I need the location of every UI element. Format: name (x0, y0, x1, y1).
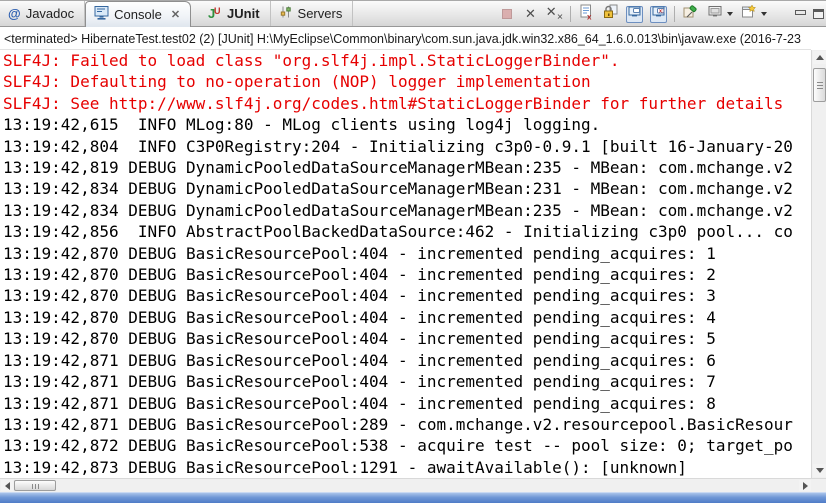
console-toolbar: ✕ ✕✕ x x: (498, 3, 824, 25)
console-log-line: 13:19:42,873 DEBUG BasicResourcePool:129… (3, 457, 687, 477)
terminate-icon (501, 9, 512, 19)
show-stderr-button[interactable]: x: (650, 5, 667, 23)
toolbar-separator (674, 6, 675, 22)
tab-console-label: Console (114, 7, 162, 22)
console-log-line: 13:19:42,870 DEBUG BasicResourcePool:404… (3, 307, 716, 327)
minimize-icon[interactable] (795, 9, 806, 19)
scroll-right-button[interactable] (799, 480, 811, 491)
remove-launch-button[interactable]: ✕ (522, 6, 539, 23)
scroll-up-button[interactable] (813, 51, 826, 64)
display-console-icon (708, 5, 722, 23)
svg-text:x:: x: (659, 9, 664, 15)
console-log-line: 13:19:42,870 DEBUG BasicResourcePool:404… (3, 286, 716, 306)
remove-all-launches-button[interactable]: ✕✕ (545, 5, 564, 23)
scroll-lock-button[interactable] (602, 4, 619, 24)
tab-servers-label: Servers (297, 6, 343, 21)
scroll-lock-icon (603, 4, 618, 24)
console-log-line: 13:19:42,834 DEBUG DynamicPooledDataSour… (3, 200, 793, 220)
console-log-line: 13:19:42,872 DEBUG BasicResourcePool:538… (3, 436, 793, 456)
horizontal-scrollbar[interactable] (0, 478, 826, 492)
console-log-line: 13:19:42,834 DEBUG DynamicPooledDataSour… (3, 179, 793, 199)
clear-console-icon: x (579, 4, 594, 25)
tab-console[interactable]: Console ✕ (85, 1, 192, 27)
pin-console-icon (683, 4, 698, 24)
toolbar-separator (570, 6, 571, 22)
view-tab-bar: @ Javadoc Console ✕ J U JUnit Servers ✕ … (0, 1, 826, 27)
console-log-line: 13:19:42,871 DEBUG BasicResourcePool:404… (3, 350, 716, 370)
console-log-line: 13:19:42,819 DEBUG DynamicPooledDataSour… (3, 158, 793, 178)
svg-text:U: U (214, 6, 221, 16)
display-console-button[interactable] (706, 6, 723, 23)
scroll-left-icon (4, 481, 10, 490)
console-log-line: SLF4J: See http://www.slf4j.org/codes.ht… (3, 93, 784, 113)
scroll-up-icon (815, 55, 824, 60)
vertical-scrollbar[interactable] (811, 50, 826, 478)
scroll-down-button[interactable] (813, 464, 826, 477)
horizontal-scroll-thumb[interactable] (14, 480, 56, 491)
console-output[interactable]: SLF4J: Failed to load class "org.slf4j.i… (0, 50, 811, 478)
svg-text:x: x (587, 12, 592, 20)
thumb-grip (32, 484, 33, 489)
tab-javadoc-label: Javadoc (25, 6, 75, 21)
console-log-line: SLF4J: Defaulting to no-operation (NOP) … (3, 72, 591, 92)
maximize-icon[interactable] (813, 9, 824, 19)
tab-javadoc[interactable]: @ Javadoc (0, 1, 86, 26)
close-icon[interactable]: ✕ (171, 8, 180, 21)
console-log-line: 13:19:42,856 INFO AbstractPoolBackedData… (3, 222, 793, 242)
console-log-line: 13:19:42,870 DEBUG BasicResourcePool:404… (3, 265, 716, 285)
window-bottom-edge (0, 492, 826, 503)
pin-console-button[interactable] (682, 4, 699, 24)
scroll-down-icon (815, 468, 824, 473)
terminate-button[interactable] (498, 6, 515, 23)
scroll-right-icon (802, 481, 808, 490)
show-stdout-button[interactable] (626, 5, 643, 23)
console-log-line: 13:19:42,871 DEBUG BasicResourcePool:289… (3, 414, 793, 434)
javadoc-icon: @ (8, 6, 21, 21)
console-log-line: 13:19:42,871 DEBUG BasicResourcePool:404… (3, 372, 716, 392)
console-log-line: 13:19:42,870 DEBUG BasicResourcePool:404… (3, 329, 716, 349)
console-log-line: SLF4J: Failed to load class "org.slf4j.i… (3, 51, 620, 70)
remove-launch-icon: ✕ (525, 6, 536, 22)
open-console-button[interactable] (740, 4, 757, 24)
show-stderr-icon: x: (652, 5, 666, 23)
console-log-line: 13:19:42,615 INFO MLog:80 - MLog clients… (3, 115, 601, 135)
console-log-line: 13:19:42,871 DEBUG BasicResourcePool:404… (3, 393, 716, 413)
process-status-line: <terminated> HibernateTest.test02 (2) [J… (0, 28, 811, 50)
remove-all-icon: ✕✕ (545, 5, 564, 22)
scroll-left-button[interactable] (1, 480, 13, 491)
chevron-down-icon[interactable] (727, 12, 733, 16)
thumb-grip (817, 82, 823, 83)
clear-console-button[interactable]: x (578, 4, 595, 25)
open-console-icon (741, 4, 757, 24)
chevron-down-icon[interactable] (761, 12, 767, 16)
vertical-scroll-thumb[interactable] (813, 68, 826, 102)
tab-servers[interactable]: Servers (271, 1, 354, 26)
show-stdout-icon (628, 5, 642, 23)
tab-junit[interactable]: J U JUnit (199, 1, 271, 26)
junit-icon: J U (207, 5, 222, 23)
console-icon (94, 6, 109, 23)
servers-icon (279, 5, 293, 22)
console-log-line: 13:19:42,804 INFO C3P0Registry:204 - Ini… (3, 136, 793, 156)
console-log-line: 13:19:42,870 DEBUG BasicResourcePool:404… (3, 243, 716, 263)
tab-junit-label: JUnit (227, 6, 260, 21)
